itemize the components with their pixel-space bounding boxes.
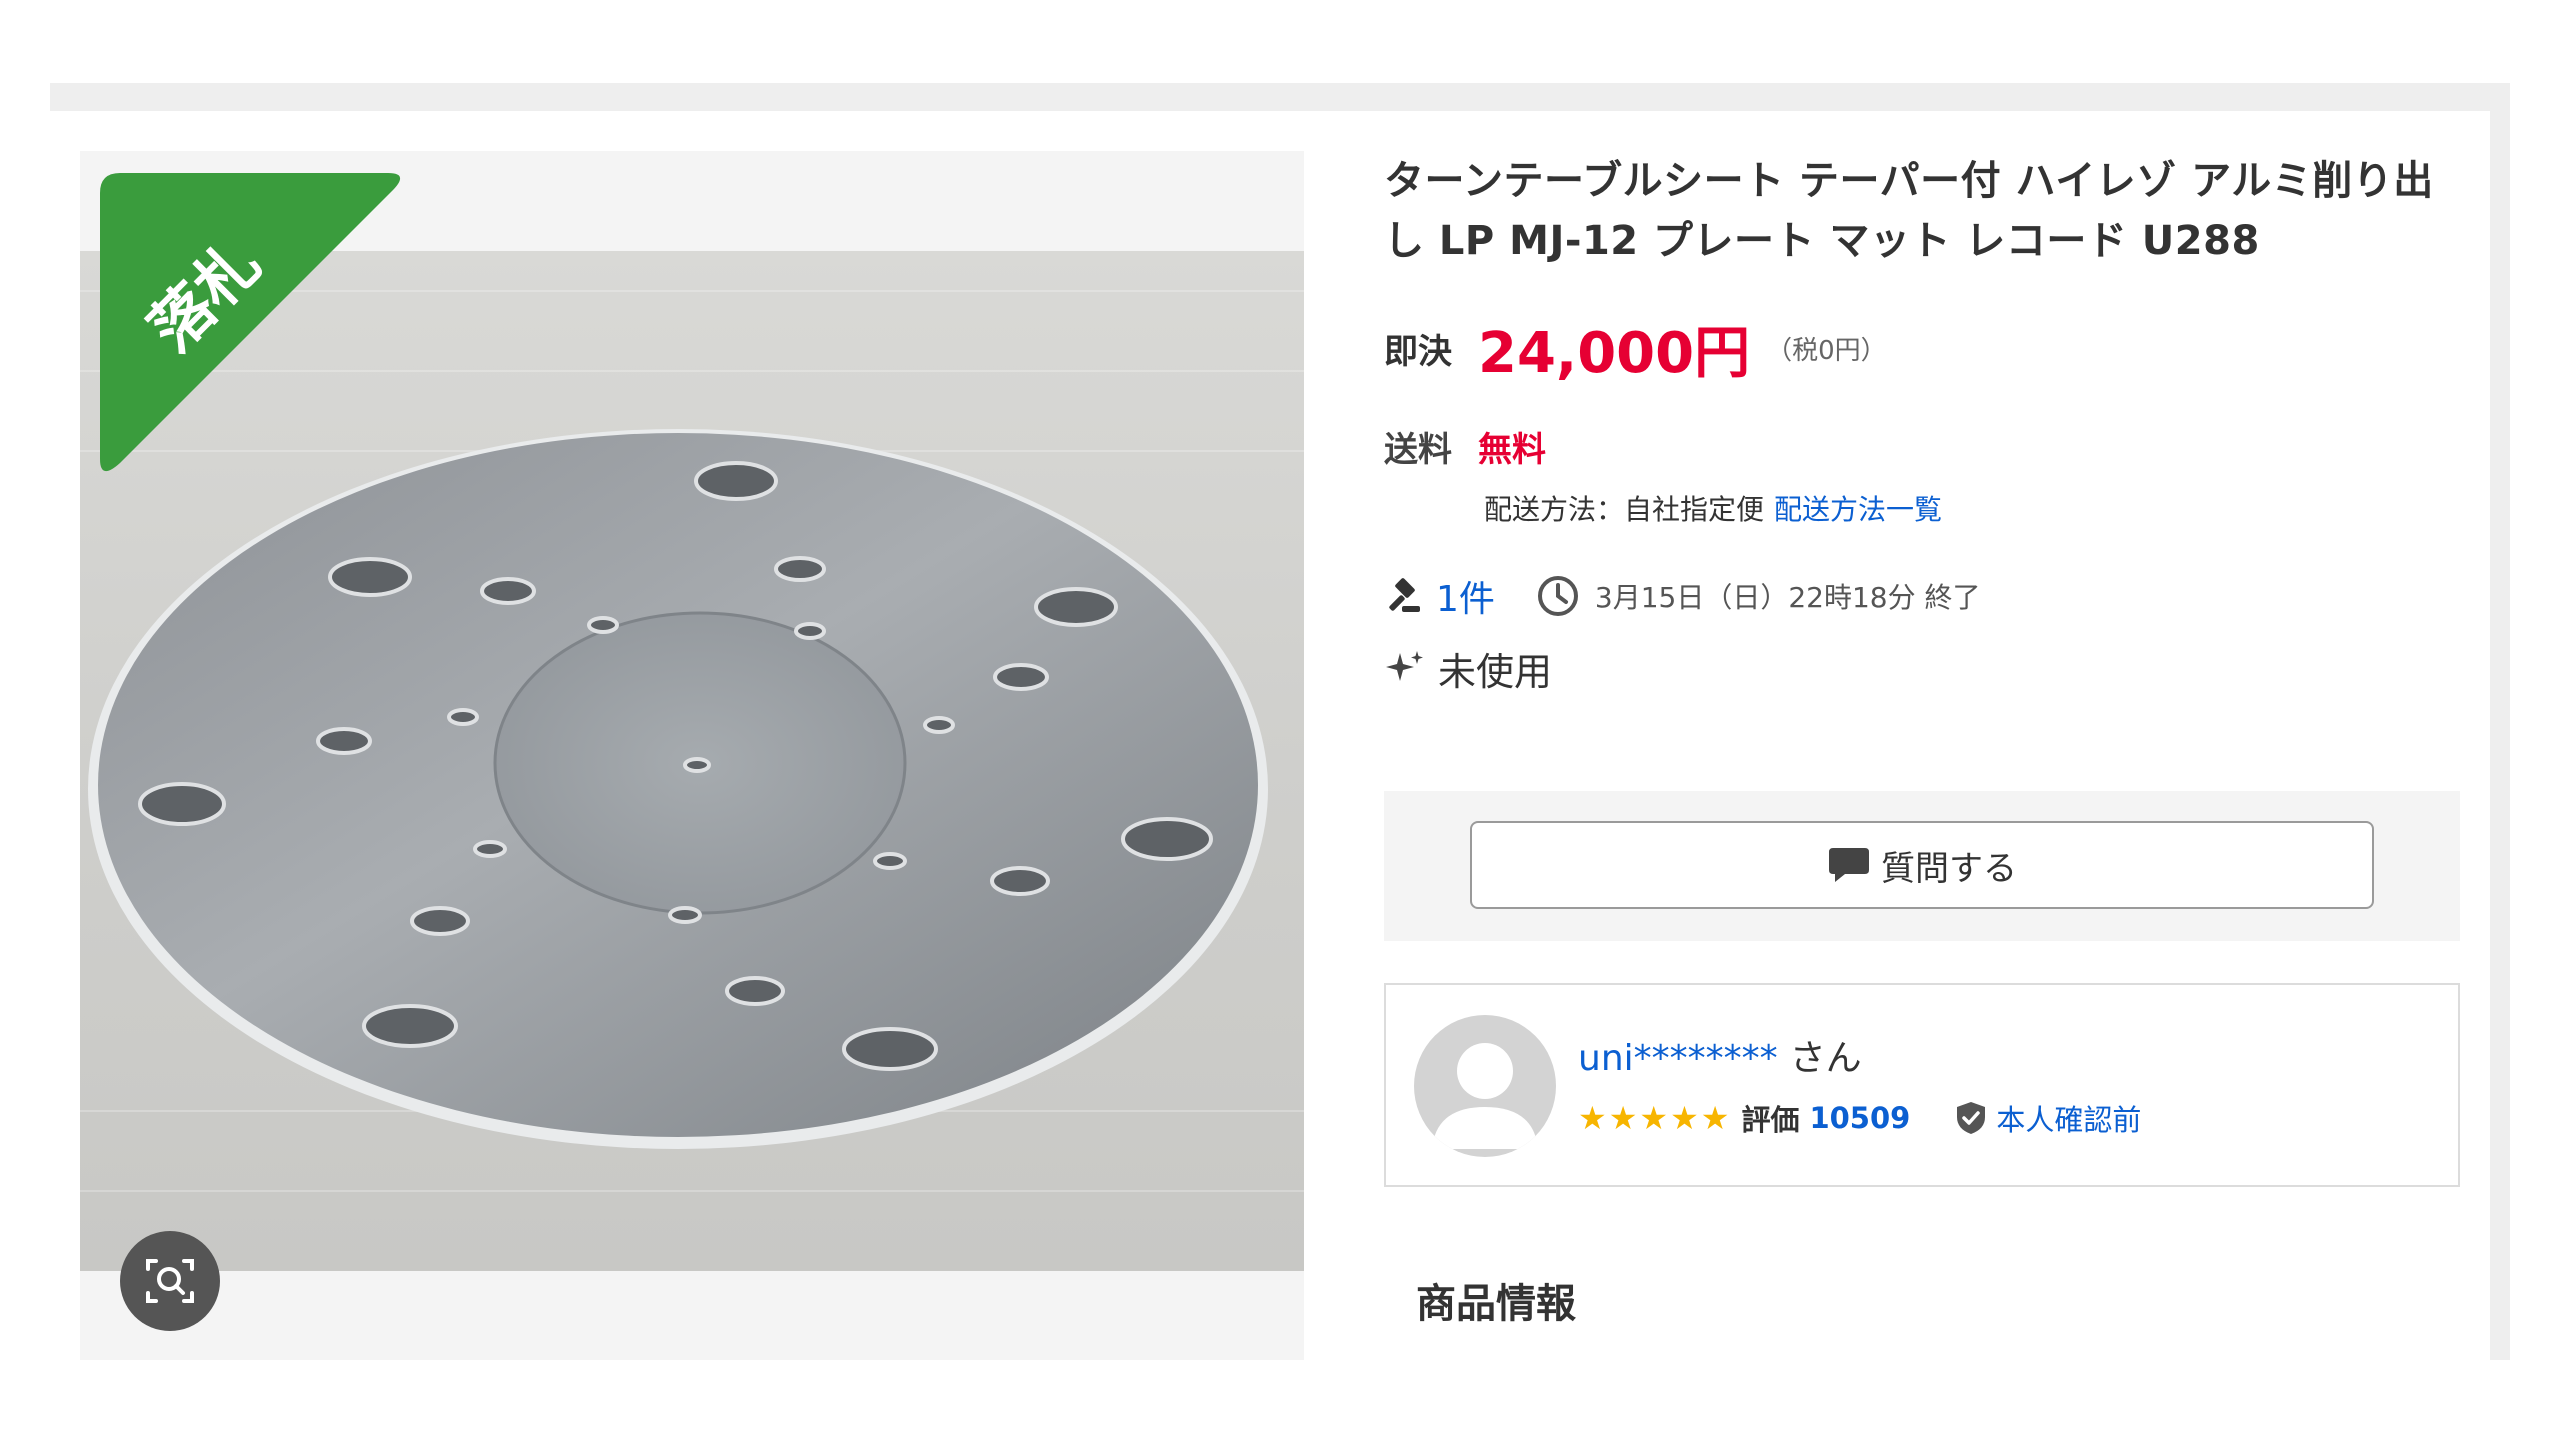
ask-question-label: 質問する <box>1881 848 2017 889</box>
question-box: 質問する <box>1384 791 2460 941</box>
price-row: 即決 24,000円 （税0円） <box>1384 313 2460 386</box>
product-info-heading: 商品情報 <box>1416 1281 1576 1327</box>
item-title: ターンテーブルシート テーパー付 ハイレゾ アルミ削り出し LP MJ-12 プ… <box>1384 158 2434 264</box>
shipping-method-link[interactable]: 配送方法一覧 <box>1774 488 1942 528</box>
rating-label: 評価 <box>1741 1103 1800 1137</box>
zoom-button[interactable] <box>120 1231 220 1331</box>
shipping-row: 送料 無料 <box>1384 421 2460 471</box>
shield-check-icon <box>1957 1102 1986 1134</box>
rating-stars: ★★★★★ <box>1578 1099 1732 1137</box>
ask-question-button[interactable]: 質問する <box>1470 821 2374 909</box>
clock-icon <box>1537 576 1578 616</box>
verification-status[interactable]: 本人確認前 <box>1954 1097 2141 1139</box>
gavel-icon <box>1389 578 1420 612</box>
seller-rating-row: ★★★★★ 評価 10509 本人確認前 <box>1578 1097 2141 1139</box>
zoom-search-icon <box>146 1259 194 1303</box>
product-image-panel: 落札 <box>80 151 1304 1360</box>
seller-avatar[interactable] <box>1414 1015 1556 1157</box>
bid-count[interactable]: 1件 <box>1436 570 1495 622</box>
sold-badge: 落札 <box>100 173 401 472</box>
seller-suffix: さん <box>1789 1038 1862 1079</box>
price-label: 即決 <box>1384 331 1452 372</box>
auction-meta-row: 1件 3月15日（日）22時18分 終了 <box>1384 571 2460 621</box>
condition-row: 未使用 <box>1384 643 2460 694</box>
item-info-column: ターンテーブルシート テーパー付 ハイレゾ アルミ削り出し LP MJ-12 プ… <box>1384 151 2460 1327</box>
seller-name-row: uni******** さん <box>1578 1029 1862 1081</box>
rating-value[interactable]: 10509 <box>1809 1101 1910 1135</box>
shipping-label: 送料 <box>1384 429 1452 470</box>
page-right-border <box>2490 111 2510 1360</box>
seller-name[interactable]: uni******** <box>1578 1038 1778 1079</box>
tax-note: （税0円） <box>1766 335 1887 366</box>
verification-label: 本人確認前 <box>1996 1103 2142 1137</box>
default-avatar-icon <box>1432 1043 1538 1149</box>
shipping-method-text: 配送方法：自社指定便 <box>1484 493 1765 526</box>
end-time: 3月15日（日）22時18分 終了 <box>1594 581 1981 614</box>
item-condition: 未使用 <box>1438 649 1553 694</box>
chat-bubble-icon <box>1829 848 1869 882</box>
sparkle-icon <box>1386 651 1423 681</box>
price-value: 24,000円 <box>1478 320 1751 386</box>
page-top-band <box>50 83 2510 111</box>
seller-card: uni******** さん ★★★★★ 評価 10509 本人確認前 <box>1384 983 2460 1187</box>
shipping-value: 無料 <box>1478 429 1546 470</box>
shipping-method: 配送方法：自社指定便 配送方法一覧 <box>1484 483 2460 533</box>
